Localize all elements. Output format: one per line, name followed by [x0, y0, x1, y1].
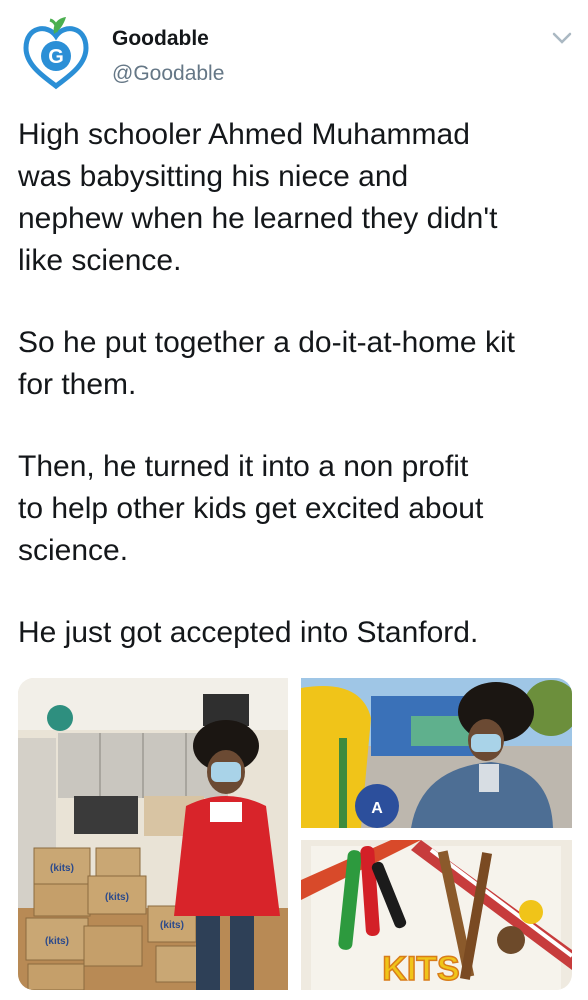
chevron-down-icon[interactable] — [551, 30, 573, 46]
tweet-paragraph: So he put together a do-it-at-home kit f… — [18, 326, 515, 401]
tweet-paragraph: Then, he turned it into a non profit to … — [18, 450, 484, 567]
svg-text:(kits): (kits) — [50, 863, 74, 874]
tweet-header: G Goodable @Goodable — [0, 0, 588, 105]
photo-student-at-playground[interactable]: A — [301, 678, 572, 828]
svg-text:G: G — [48, 46, 64, 68]
tweet-body: High schooler Ahmed Muhammad was babysit… — [18, 114, 578, 694]
svg-text:(kits): (kits) — [105, 892, 129, 903]
user-handle[interactable]: @Goodable — [112, 62, 224, 86]
media-grid: (kits) (kits) (kits) (kits) A KITS — [18, 678, 572, 990]
svg-text:A: A — [371, 800, 383, 817]
svg-text:KITS: KITS — [382, 950, 459, 988]
photo-student-with-kit-boxes[interactable]: (kits) (kits) (kits) (kits) — [18, 678, 288, 990]
tweet-paragraph: He just got accepted into Stanford. — [18, 616, 479, 649]
tweet-paragraph: High schooler Ahmed Muhammad was babysit… — [18, 118, 498, 277]
heart-apple-logo-icon: G — [23, 17, 89, 90]
svg-text:(kits): (kits) — [45, 936, 69, 947]
display-name[interactable]: Goodable — [112, 27, 209, 51]
avatar[interactable]: G — [18, 14, 94, 90]
svg-text:(kits): (kits) — [160, 920, 184, 931]
photo-science-kit-contents[interactable]: KITS — [301, 840, 572, 990]
